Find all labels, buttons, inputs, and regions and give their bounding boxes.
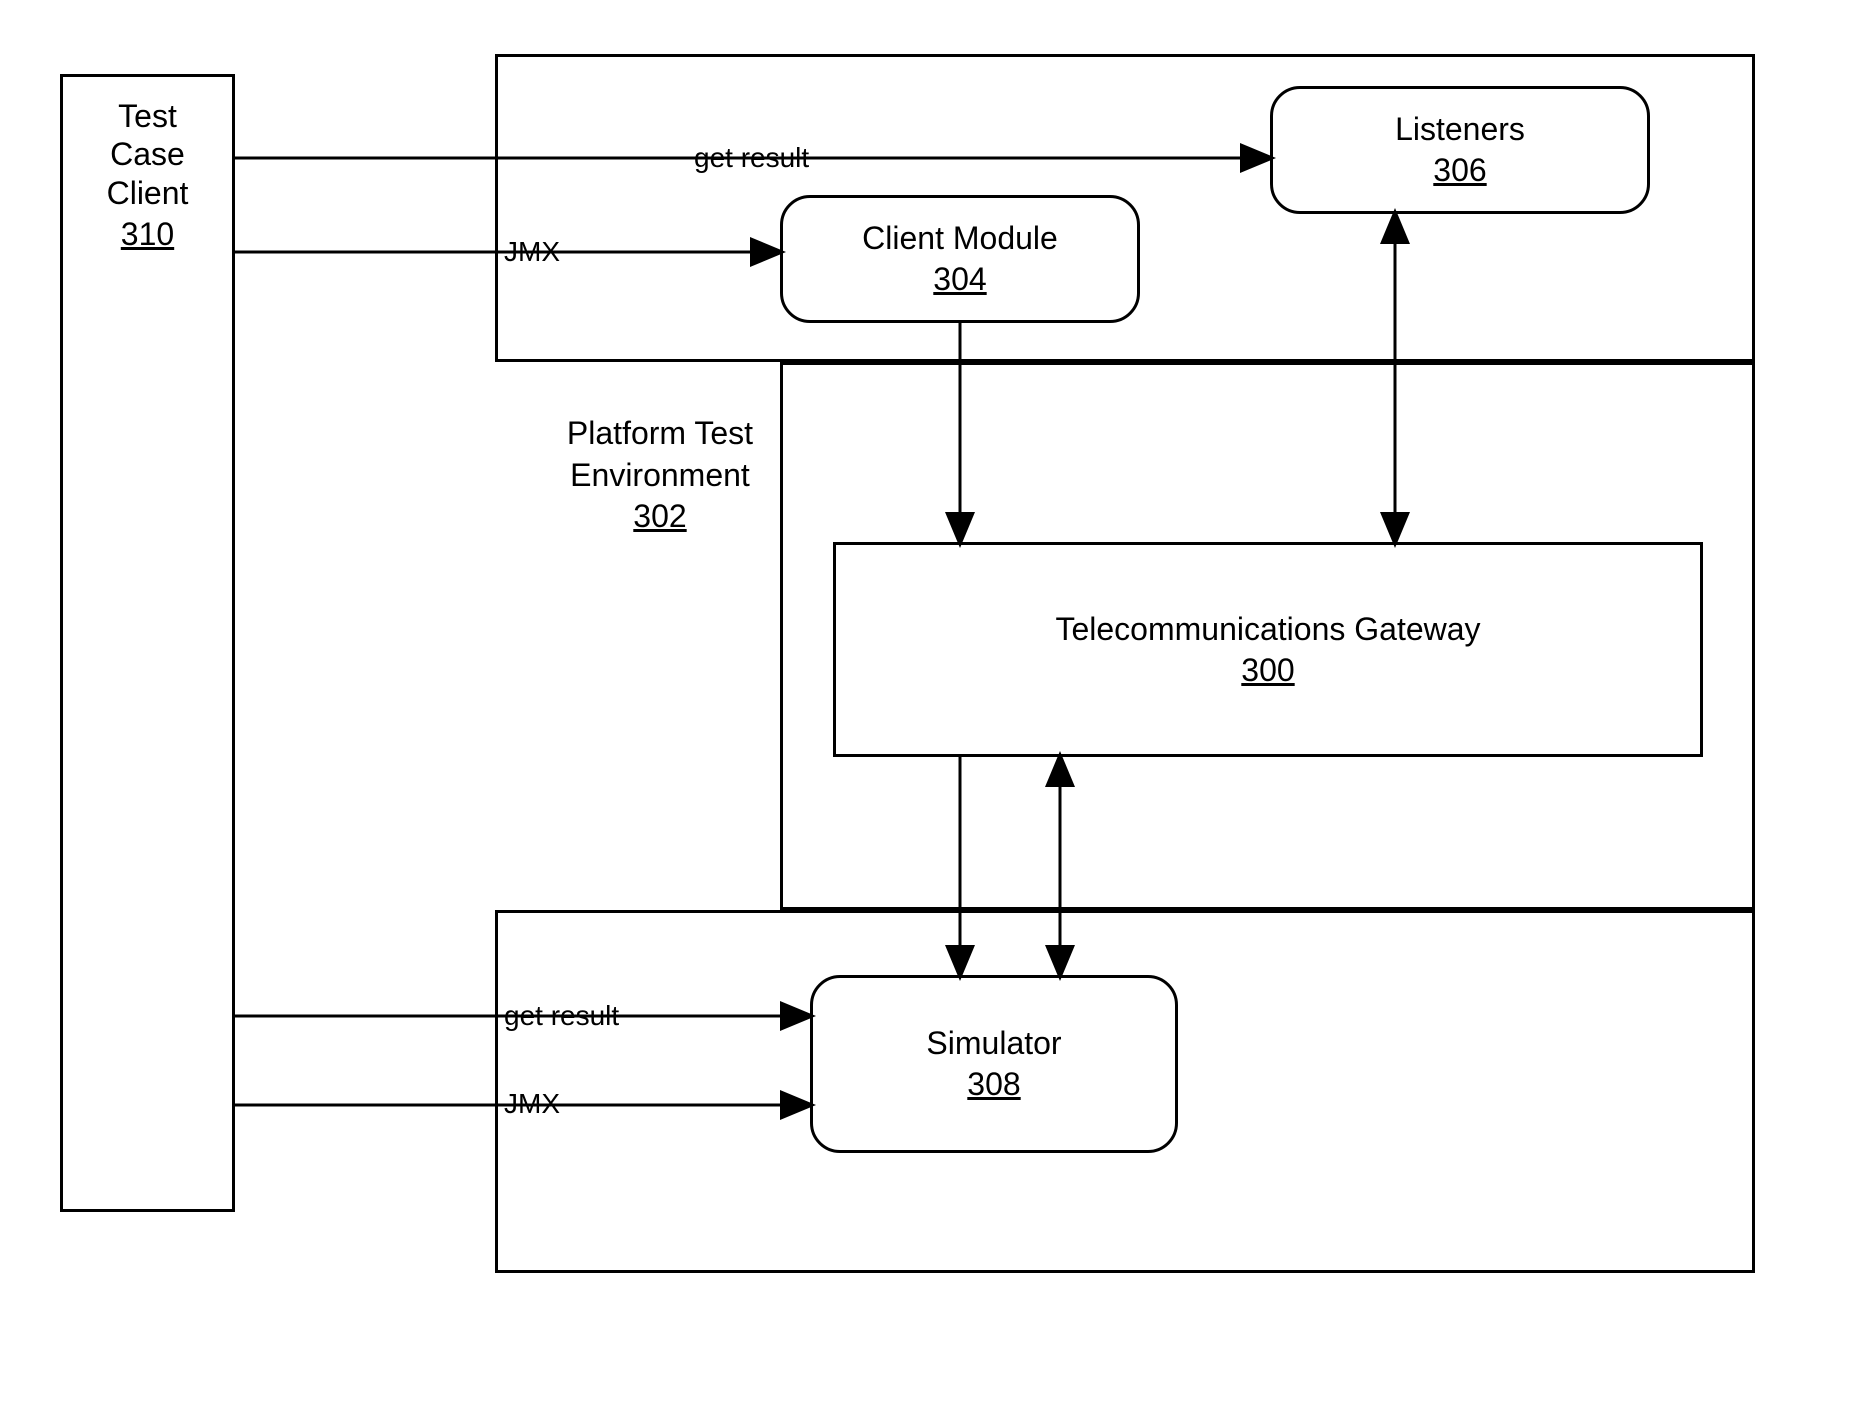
diagram-canvas: Test Case Client 310 Listeners 306 Clien… [0,0,1866,1405]
test-case-client-title: Test Case Client [107,97,189,212]
edge-label-jmx-top: JMX [500,236,564,268]
telecom-gateway-title: Telecommunications Gateway [1055,611,1480,648]
telecom-gateway-ref: 300 [1241,652,1294,689]
platform-env-label: Platform Test Environment 302 [540,413,780,538]
listeners-box: Listeners 306 [1270,86,1650,214]
listeners-ref: 306 [1433,152,1486,189]
telecom-gateway-box: Telecommunications Gateway 300 [833,542,1703,757]
client-module-ref: 304 [933,261,986,298]
simulator-box: Simulator 308 [810,975,1178,1153]
simulator-title: Simulator [926,1025,1061,1062]
simulator-ref: 308 [967,1066,1020,1103]
test-case-client-ref: 310 [121,216,174,253]
client-module-title: Client Module [862,220,1058,257]
edge-label-get-result-top: get result [690,142,813,174]
client-module-box: Client Module 304 [780,195,1140,323]
listeners-title: Listeners [1395,111,1525,148]
edge-label-get-result-bottom: get result [500,1000,623,1032]
platform-env-ref: 302 [633,498,686,534]
test-case-client-box: Test Case Client 310 [60,74,235,1212]
platform-env-title: Platform Test Environment [567,415,753,493]
edge-label-jmx-bottom: JMX [500,1088,564,1120]
